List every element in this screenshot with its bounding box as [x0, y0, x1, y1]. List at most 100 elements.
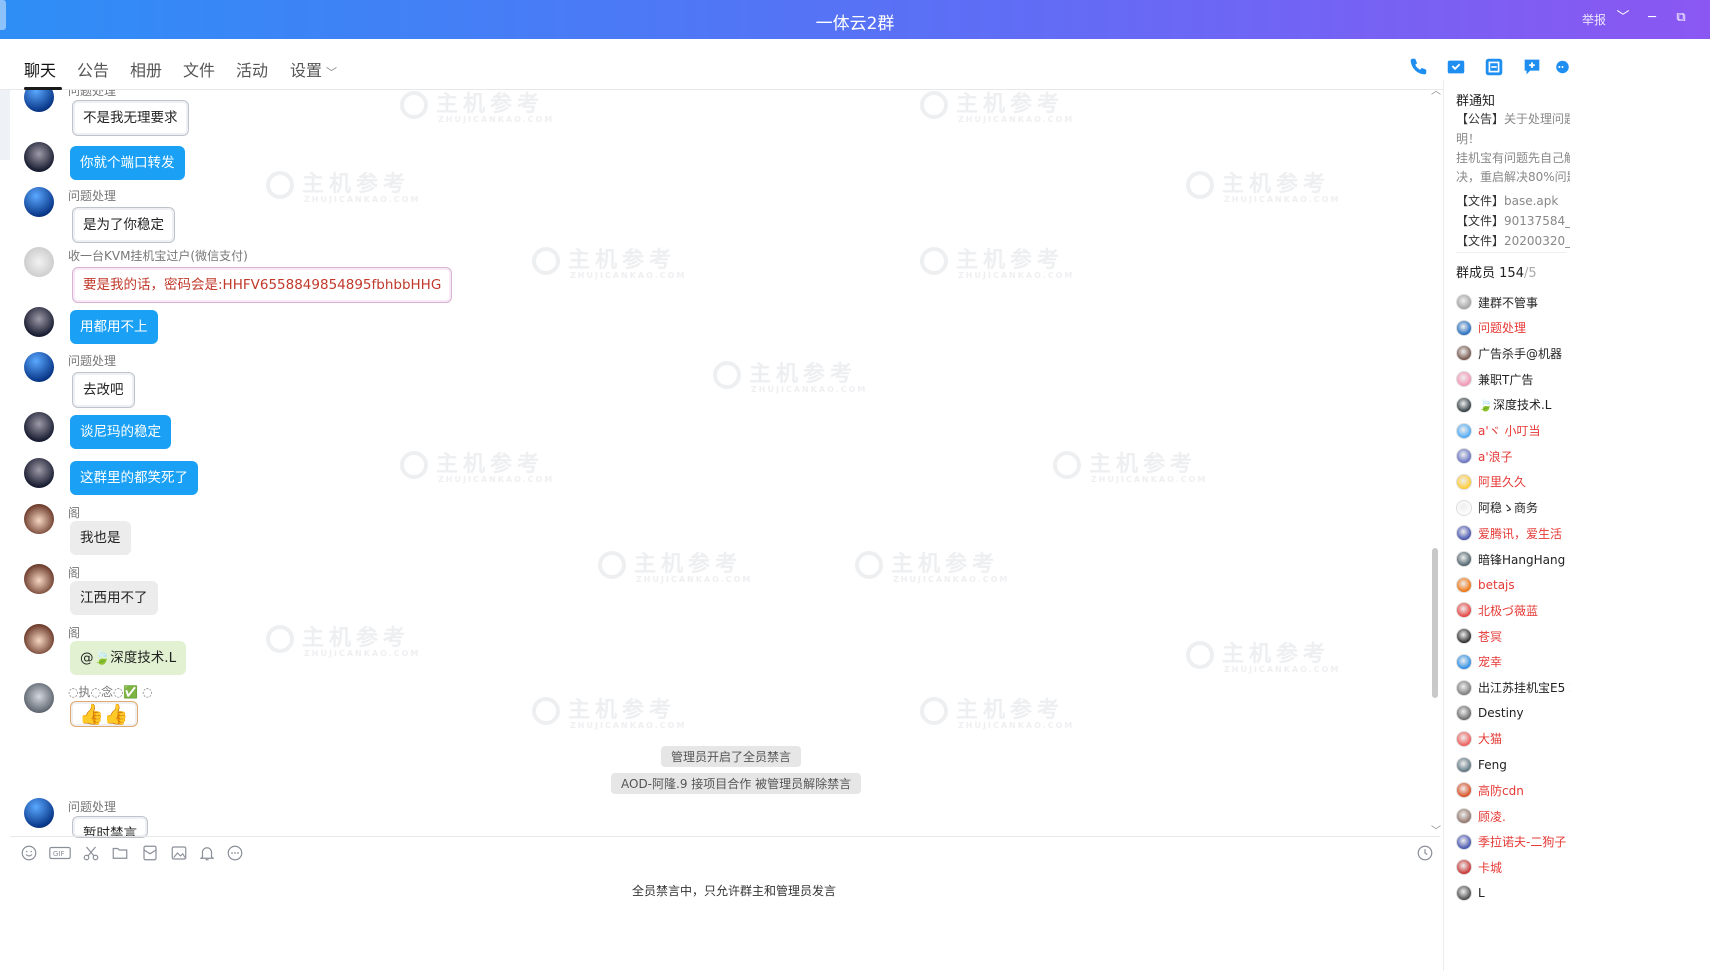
video-call-icon[interactable]: [1441, 52, 1471, 82]
message-bubble[interactable]: 不是我无理要求: [72, 100, 189, 136]
tab-activity[interactable]: 活动: [236, 57, 268, 81]
message-bubble[interactable]: 你就个端口转发: [70, 146, 185, 180]
tab-album[interactable]: 相册: [130, 57, 162, 81]
group-notice-title[interactable]: 群通知: [1456, 90, 1495, 109]
file-item[interactable]: 【文件】20200320_111: [1456, 232, 1570, 249]
message-bubble[interactable]: 这群里的都笑死了: [70, 461, 198, 495]
avatar[interactable]: [24, 352, 54, 382]
member-row[interactable]: 卡城: [1456, 857, 1502, 877]
member-row[interactable]: 高防cdn: [1456, 780, 1524, 800]
avatar[interactable]: [24, 412, 54, 442]
watermark-text: 主机参考: [302, 172, 411, 197]
message-bubble[interactable]: 暂时禁言: [72, 816, 148, 838]
scissors-icon[interactable]: [81, 844, 101, 864]
tab-settings[interactable]: 设置 ﹀: [290, 57, 337, 81]
member-row[interactable]: 北极づ薇蓝: [1456, 600, 1538, 620]
member-row[interactable]: 建群不管事: [1456, 292, 1538, 312]
member-row[interactable]: 顾凌.: [1456, 806, 1506, 826]
member-name: 阿稳ゝ商务: [1478, 501, 1539, 516]
message-bubble[interactable]: 是为了你稳定: [72, 207, 175, 243]
member-row[interactable]: 季拉诺夫-二狗子: [1456, 832, 1566, 852]
gif-icon[interactable]: GIF: [48, 844, 72, 864]
member-row[interactable]: a'浪子: [1456, 446, 1513, 466]
file-item[interactable]: 【文件】base.apk: [1456, 192, 1558, 209]
restore-icon[interactable]: ⧉: [1672, 9, 1690, 27]
avatar[interactable]: [24, 90, 54, 112]
more-dots-icon[interactable]: [225, 844, 245, 864]
message-sender: 问题处理: [68, 354, 117, 368]
member-avatar: [1456, 576, 1472, 593]
members-title[interactable]: 群成员 154/5: [1456, 262, 1537, 281]
emoji-icon[interactable]: [19, 844, 39, 864]
chat-scrollbar-thumb[interactable]: [1432, 548, 1438, 698]
member-row[interactable]: 苍冥: [1456, 626, 1502, 646]
clock-icon[interactable]: [1415, 844, 1435, 864]
tab-announcement[interactable]: 公告: [77, 57, 109, 81]
member-row[interactable]: 兼职T广告: [1456, 369, 1533, 389]
avatar[interactable]: [24, 142, 54, 172]
member-row[interactable]: 大猫: [1456, 729, 1502, 749]
svg-text:GIF: GIF: [53, 849, 65, 858]
bell-icon[interactable]: [197, 844, 217, 864]
notice-item[interactable]: 明！: [1456, 130, 1480, 147]
folder-icon[interactable]: [110, 844, 130, 864]
image-icon[interactable]: [169, 844, 189, 864]
member-row[interactable]: 阿稳ゝ商务: [1456, 498, 1538, 518]
member-row[interactable]: 宠幸: [1456, 652, 1502, 672]
notice-item[interactable]: 挂机宝有问题先自己解: [1456, 149, 1570, 166]
scroll-up-icon[interactable]: ︿: [1431, 82, 1441, 97]
message-bubble[interactable]: 我也是: [70, 521, 131, 555]
message-bubble[interactable]: 要是我的话，密码会是:HHFV6558849854895fbhbbHHG: [72, 267, 453, 303]
watermark-logo-icon: [1186, 171, 1214, 199]
red-packet-icon[interactable]: [140, 844, 160, 864]
avatar[interactable]: [24, 564, 54, 594]
member-row[interactable]: Destiny: [1456, 703, 1524, 723]
scroll-down-icon[interactable]: ﹀: [1431, 822, 1441, 837]
tab-files[interactable]: 文件: [183, 57, 215, 81]
chat-message-area[interactable]: 主机参考 ZHUJICANKAO.COM 主机参考 ZHUJICANKAO.COM …: [10, 90, 1570, 912]
chevron-down-icon[interactable]: ﹀: [1614, 9, 1632, 27]
message-bubble[interactable]: 谈尼玛的稳定: [70, 415, 171, 449]
avatar[interactable]: [24, 798, 54, 828]
avatar[interactable]: [24, 307, 54, 337]
class-icon[interactable]: [1479, 52, 1509, 82]
tab-chat[interactable]: 聊天: [24, 57, 56, 81]
member-row[interactable]: L: [1456, 883, 1485, 903]
minimize-icon[interactable]: ─: [1643, 9, 1661, 27]
member-row[interactable]: 阿里久久: [1456, 472, 1526, 492]
report-button[interactable]: 举报: [1582, 11, 1606, 28]
avatar[interactable]: [24, 247, 54, 277]
member-name: 兼职T广告: [1478, 372, 1534, 387]
watermark: 主机参考 ZHUJICANKAO.COM: [920, 692, 1074, 730]
message-bubble[interactable]: @🍃深度技术.L: [70, 641, 187, 675]
member-name: 出江苏挂机宝E5 2G: [1478, 681, 1570, 695]
member-row[interactable]: 暗锋HangHang: [1456, 549, 1565, 569]
notice-item[interactable]: 【公告】关于处理问题说: [1456, 110, 1570, 127]
member-row[interactable]: 广告杀手@机器: [1456, 343, 1562, 363]
avatar[interactable]: [24, 504, 54, 534]
message-bubble[interactable]: 去改吧: [72, 372, 135, 408]
avatar[interactable]: [24, 187, 54, 217]
watermark-logo-icon: [920, 697, 948, 725]
member-row[interactable]: a'ヾ 小叮当: [1456, 421, 1540, 441]
member-row[interactable]: 🍃深度技术.L: [1456, 395, 1551, 415]
message-bubble[interactable]: 江西用不了: [70, 581, 158, 615]
member-avatar: [1456, 473, 1472, 490]
add-app-icon[interactable]: [1517, 52, 1547, 82]
notice-item[interactable]: 决，重启解决80%问题: [1456, 168, 1570, 185]
avatar[interactable]: [24, 458, 54, 488]
avatar[interactable]: [24, 624, 54, 654]
more-icon[interactable]: [1555, 52, 1570, 82]
avatar[interactable]: [24, 683, 54, 713]
message-bubble[interactable]: 用都用不上: [70, 310, 158, 344]
member-row[interactable]: 出江苏挂机宝E5 2G: [1456, 678, 1570, 698]
message-bubble[interactable]: 👍👍: [70, 701, 138, 727]
member-row[interactable]: 问题处理: [1456, 318, 1526, 338]
member-name: a'浪子: [1478, 449, 1513, 464]
member-row[interactable]: betajs: [1456, 575, 1515, 595]
member-name: 顾凌.: [1478, 809, 1506, 824]
member-row[interactable]: Feng: [1456, 755, 1507, 775]
file-item[interactable]: 【文件】90137584_1_0: [1456, 212, 1570, 229]
phone-icon[interactable]: [1403, 52, 1433, 82]
member-row[interactable]: 爱腾讯，爱生活: [1456, 523, 1562, 543]
